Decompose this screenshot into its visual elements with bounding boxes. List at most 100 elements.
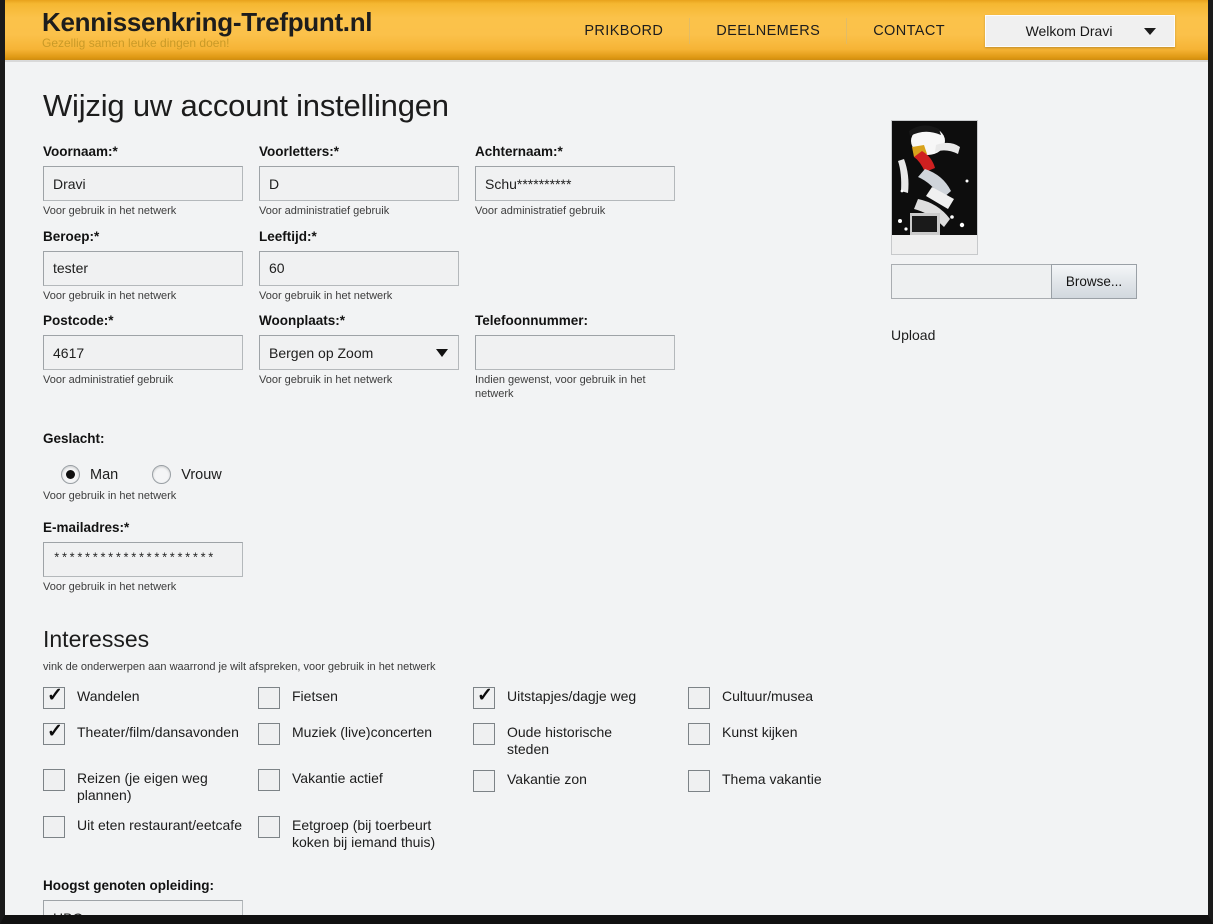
checkbox-label: Reizen (je eigen weg plannen): [77, 770, 208, 803]
label-woonplaats: Woonplaats:*: [259, 313, 346, 328]
checkbox-eetgroep[interactable]: ✓: [258, 816, 280, 838]
label-beroep: Beroep:*: [43, 228, 100, 244]
checkbox-fietsen[interactable]: ✓: [258, 687, 280, 709]
input-voornaam[interactable]: Dravi: [43, 166, 243, 201]
help-email: Voor gebruik in het netwerk: [43, 580, 177, 593]
label-voorletters: Voorletters:*: [259, 144, 340, 159]
radio-group-geslacht: Man Vrouw: [61, 465, 1208, 484]
label-achternaam: Achternaam:*: [475, 144, 563, 159]
field-group-postcode: Postcode:* 4617 Voor administratief gebr…: [43, 313, 243, 401]
nav-item-deelnemers[interactable]: DEELNEMERS: [690, 0, 846, 60]
input-telefoonnummer[interactable]: [475, 335, 675, 370]
site-tagline: Gezellig samen leuke dingen doen!: [42, 36, 230, 50]
page-root: Kennissenkring-Trefpunt.nl Gezellig same…: [0, 0, 1213, 924]
checkbox-item: ✓ Theater/film/dansavonden: [43, 721, 258, 758]
input-email[interactable]: *********************: [43, 541, 243, 577]
checkbox-label: Kunst kijken: [722, 724, 798, 740]
checkbox-label: Thema vakantie: [722, 771, 822, 787]
checkbox-item: ✓ Oude historische steden: [473, 722, 688, 769]
profile-photo: [891, 120, 978, 255]
upload-button[interactable]: Upload: [891, 327, 1141, 343]
checkbox-label: Vakantie zon: [507, 771, 587, 787]
browse-button[interactable]: Browse...: [1051, 264, 1137, 299]
checkbox-item: ✓ Wandelen: [43, 685, 258, 722]
field-group-telefoon: Telefoonnummer: Indien gewenst, voor geb…: [475, 313, 675, 401]
label-geslacht: Geslacht:: [43, 431, 105, 446]
checkbox-item: ✓ Kunst kijken: [688, 722, 903, 769]
checkbox-item: ✓ Reizen (je eigen weg plannen): [43, 768, 258, 815]
checkbox-wandelen[interactable]: ✓: [43, 685, 65, 709]
nav-item-prikbord[interactable]: PRIKBORD: [558, 0, 689, 60]
checkbox-thema-vakantie[interactable]: ✓: [688, 770, 710, 792]
input-voorletters[interactable]: D: [259, 166, 459, 201]
radio-geslacht-man[interactable]: [61, 465, 80, 484]
field-group-geslacht: Geslacht: Man Vrouw Voor gebruik in het …: [43, 431, 1208, 504]
main-navigation: PRIKBORD DEELNEMERS CONTACT Welkom Dravi: [558, 0, 1175, 60]
checkbox-item: ✓ Fietsen: [258, 686, 473, 722]
field-group-achternaam: Achternaam:* Schu********** Voor adminis…: [475, 144, 675, 219]
checkbox-label: Vakantie actief: [292, 770, 383, 786]
checkbox-uitstapjes-dagje-weg[interactable]: ✓: [473, 685, 495, 709]
label-telefoonnummer: Telefoonnummer:: [475, 313, 589, 328]
checkbox-item: ✓ Thema vakantie: [688, 769, 903, 816]
profile-photo-image: [892, 121, 977, 254]
checkbox-vakantie-actief[interactable]: ✓: [258, 769, 280, 791]
user-menu-label: Welkom Dravi: [1025, 23, 1113, 39]
radio-geslacht-vrouw[interactable]: [152, 465, 172, 484]
interest-column-3: ✓ Uitstapjes/dagje weg ✓ Oude historisch…: [473, 685, 688, 862]
input-leeftijd[interactable]: 60: [259, 250, 459, 286]
select-woonplaats-value: Bergen op Zoom: [269, 344, 374, 361]
label-voornaam: Voornaam:*: [43, 144, 118, 159]
label-email: E-mailadres:*: [43, 519, 130, 535]
radio-dot: [66, 470, 75, 479]
chevron-down-icon: [1144, 27, 1156, 35]
field-group-voorletters: Voorletters:* D Voor administratief gebr…: [259, 144, 459, 219]
checkbox-item: ✓ Cultuur/musea: [688, 686, 903, 722]
site-header: Kennissenkring-Trefpunt.nl Gezellig same…: [5, 0, 1208, 62]
checkbox-label: Cultuur/musea: [722, 688, 814, 704]
checkbox-oude-historische-steden[interactable]: ✓: [473, 723, 495, 745]
input-beroep[interactable]: tester: [43, 250, 243, 286]
field-group-email: E-mailadres:* ********************* Voor…: [43, 520, 243, 595]
interest-checkbox-grid: ✓ Wandelen ✓ Theater/film/dansavonden ✓ …: [43, 685, 1208, 862]
checkbox-cultuur-musea[interactable]: ✓: [688, 687, 710, 709]
checkbox-kunst-kijken[interactable]: ✓: [688, 723, 710, 745]
field-group-spacer: [475, 229, 675, 304]
checkbox-item: ✓ Muziek (live)concerten: [258, 722, 473, 758]
checkbox-muziek-concerten[interactable]: ✓: [258, 723, 280, 745]
checkbox-label: Uit eten restaurant/eetcafe: [77, 817, 242, 833]
help-woonplaats: Voor gebruik in het netwerk: [259, 374, 393, 386]
input-opleiding[interactable]: HBO+: [43, 900, 243, 915]
label-leeftijd: Leeftijd:*: [259, 228, 317, 244]
radio-label-man: Man: [90, 466, 119, 483]
file-path-input[interactable]: [891, 264, 1051, 299]
checkbox-label: Muziek (live)concerten: [292, 724, 433, 740]
checkbox-vakantie-zon[interactable]: ✓: [473, 770, 495, 792]
radio-label-vrouw: Vrouw: [181, 466, 222, 483]
check-icon: ✓: [47, 721, 63, 742]
page-title: Wijzig uw account instellingen: [43, 88, 449, 123]
checkbox-item: ✓ Eetgroep (bij toerbeurt koken bij iema…: [258, 815, 473, 862]
photo-upload-panel: Browse... Upload: [891, 120, 1141, 343]
interest-column-4: ✓ Cultuur/musea ✓ Kunst kijken ✓ Thema v…: [688, 686, 903, 862]
checkbox-item: ✓ Vakantie zon: [473, 769, 688, 816]
interest-column-2: ✓ Fietsen ✓ Muziek (live)concerten ✓ Vak…: [258, 686, 473, 862]
help-voornaam: Voor gebruik in het netwerk: [43, 205, 177, 217]
nav-item-contact[interactable]: CONTACT: [847, 0, 971, 60]
file-upload-row: Browse...: [891, 264, 1137, 299]
chevron-down-icon: [436, 348, 448, 357]
checkbox-theater-film-dansavonden[interactable]: ✓: [43, 721, 65, 745]
field-group-voornaam: Voornaam:* Dravi Voor gebruik in het net…: [43, 144, 243, 219]
user-menu-dropdown[interactable]: Welkom Dravi: [985, 15, 1175, 47]
help-achternaam: Voor administratief gebruik: [475, 205, 606, 217]
select-woonplaats[interactable]: Bergen op Zoom: [259, 335, 459, 370]
checkbox-reizen[interactable]: ✓: [43, 769, 65, 791]
label-postcode: Postcode:*: [43, 313, 114, 328]
site-brand[interactable]: Kennissenkring-Trefpunt.nl Gezellig same…: [42, 7, 373, 50]
section-title-interesses: Interesses: [43, 626, 150, 652]
input-achternaam[interactable]: Schu**********: [475, 166, 675, 201]
checkbox-uit-eten[interactable]: ✓: [43, 816, 65, 838]
check-icon: ✓: [477, 685, 493, 706]
help-voorletters: Voor administratief gebruik: [259, 205, 390, 217]
input-postcode[interactable]: 4617: [43, 335, 243, 370]
